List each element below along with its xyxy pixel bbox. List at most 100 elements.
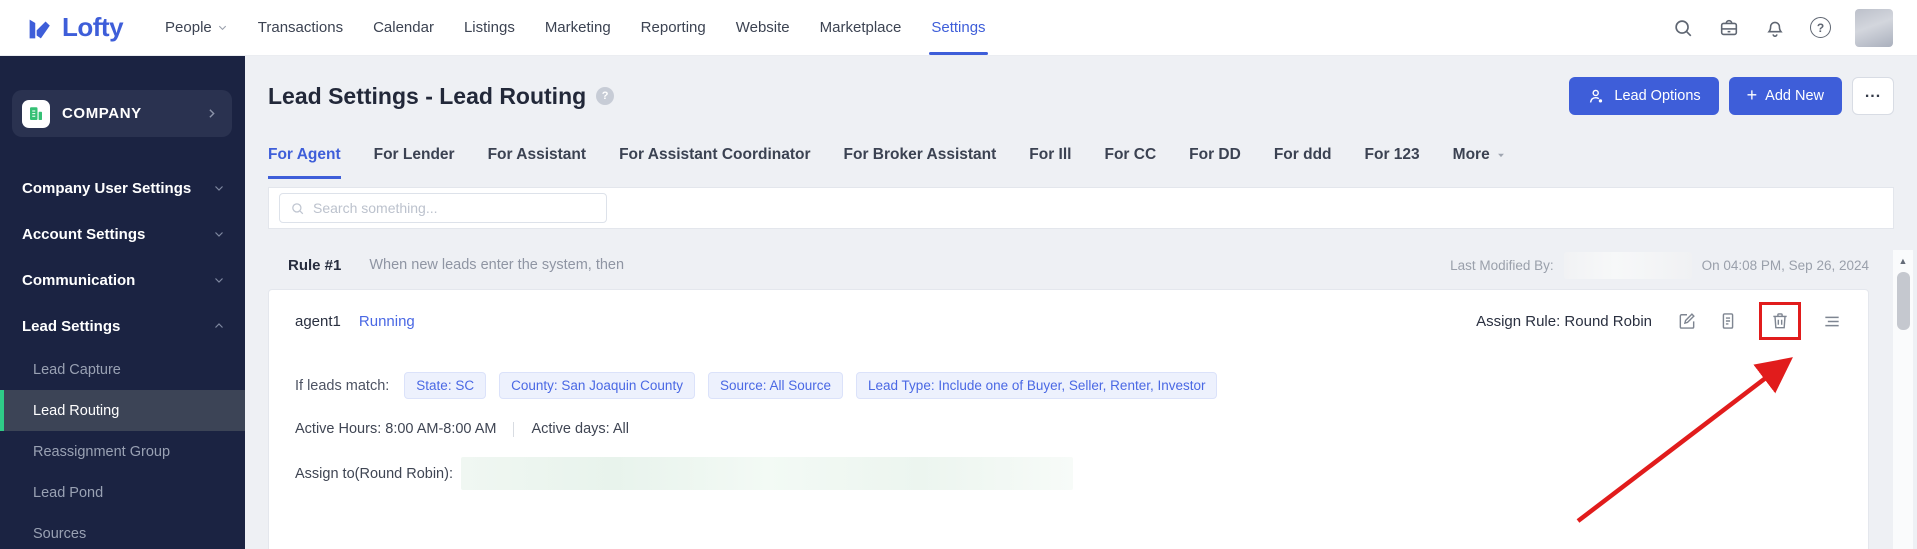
rule-hours-row: Active Hours: 8:00 AM-8:00 AM Active day… xyxy=(295,421,1842,437)
tab-for-lender[interactable]: For Lender xyxy=(374,146,455,179)
tab-label: For Assistant xyxy=(487,146,587,163)
redacted-assignees xyxy=(460,457,1073,490)
assign-to-label: Assign to(Round Robin): xyxy=(295,465,453,482)
tab-for-cc[interactable]: For CC xyxy=(1104,146,1156,179)
nav-label: Listings xyxy=(463,19,515,36)
modified-timestamp: On 04:08 PM, Sep 26, 2024 xyxy=(1701,257,1869,273)
sidebar-item-communication[interactable]: Communication xyxy=(0,257,245,303)
nav-website[interactable]: Website xyxy=(736,0,790,55)
tab-bar: For Agent For Lender For Assistant For A… xyxy=(268,146,1894,179)
nav-label: People xyxy=(165,19,212,36)
bell-icon[interactable] xyxy=(1764,17,1786,39)
tab-for-dd[interactable]: For DD xyxy=(1189,146,1241,179)
page-header: Lead Settings - Lead Routing ? Lead Opti… xyxy=(268,76,1894,116)
active-days: Active days: All xyxy=(531,421,629,437)
tag-lead-type: Lead Type: Include one of Buyer, Seller,… xyxy=(856,372,1218,399)
tab-for-assistant-coordinator[interactable]: For Assistant Coordinator xyxy=(619,146,810,179)
help-icon[interactable]: ? xyxy=(1810,17,1831,38)
tab-label: For CC xyxy=(1104,146,1157,163)
tab-label: For ddd xyxy=(1273,146,1332,163)
reorder-icon[interactable] xyxy=(1822,311,1842,331)
scroll-up-arrow-icon[interactable]: ▲ xyxy=(1893,250,1913,266)
chevron-down-icon xyxy=(213,274,225,286)
person-gear-icon xyxy=(1587,87,1606,106)
scrollbar[interactable]: ▲ xyxy=(1893,250,1913,549)
plus-icon: + xyxy=(1746,84,1758,105)
rule-status-link[interactable]: Running xyxy=(359,313,415,330)
sidebar-item-lead-routing[interactable]: Lead Routing xyxy=(0,390,245,431)
chevron-down-icon xyxy=(213,228,225,240)
lofty-logo[interactable]: Lofty xyxy=(24,12,124,43)
sidebar-subitem-label: Lead Pond xyxy=(33,484,104,501)
nav-label: Calendar xyxy=(373,19,434,36)
avatar[interactable] xyxy=(1855,8,1893,47)
sidebar-item-label: Communication xyxy=(22,271,136,289)
sidebar-item-lead-capture[interactable]: Lead Capture xyxy=(0,349,245,390)
tab-for-123[interactable]: For 123 xyxy=(1365,146,1420,179)
sidebar-subitem-label: Sources xyxy=(33,525,87,542)
rule-number: Rule #1 xyxy=(288,256,342,274)
tab-label: For Broker Assistant xyxy=(843,146,997,163)
rule-name: agent1 xyxy=(295,312,341,330)
nav-marketing[interactable]: Marketing xyxy=(545,0,611,55)
nav-transactions[interactable]: Transactions xyxy=(258,0,343,55)
chevron-right-icon xyxy=(205,107,218,120)
assign-rule-text: Assign Rule: Round Robin xyxy=(1476,312,1652,330)
brand-name: Lofty xyxy=(62,12,124,42)
nav-calendar[interactable]: Calendar xyxy=(373,0,434,55)
search-icon[interactable] xyxy=(1672,17,1694,39)
delete-icon[interactable] xyxy=(1770,311,1790,331)
tab-label: More xyxy=(1452,146,1490,163)
nav-settings[interactable]: Settings xyxy=(929,0,988,55)
nav-reporting[interactable]: Reporting xyxy=(641,0,706,55)
sidebar-item-label: Account Settings xyxy=(22,225,146,243)
chevron-up-icon xyxy=(213,320,225,332)
tab-for-broker-assistant[interactable]: For Broker Assistant xyxy=(844,146,997,179)
add-new-button[interactable]: + Add New xyxy=(1728,77,1842,115)
inbox-icon[interactable] xyxy=(1718,17,1740,39)
lead-options-button[interactable]: Lead Options xyxy=(1569,77,1719,115)
sidebar-item-lead-settings[interactable]: Lead Settings xyxy=(0,303,245,349)
settings-nav: Company User Settings Account Settings C… xyxy=(0,165,245,549)
more-actions-button[interactable]: ... xyxy=(1852,77,1894,115)
sidebar-subitem-label: Lead Routing xyxy=(33,402,120,419)
nav-people[interactable]: People xyxy=(165,0,228,55)
tab-label: For Assistant Coordinator xyxy=(619,146,811,163)
tab-more[interactable]: More xyxy=(1453,146,1506,179)
edit-icon[interactable] xyxy=(1677,311,1697,331)
company-building-icon xyxy=(22,99,50,128)
sidebar-item-sources[interactable]: Sources xyxy=(0,513,245,549)
sidebar-item-lead-pond[interactable]: Lead Pond xyxy=(0,472,245,513)
rule-title-row: agent1 Running Assign Rule: Round Robin xyxy=(295,302,1842,340)
rule-actions: Assign Rule: Round Robin xyxy=(1476,302,1842,340)
caret-down-icon xyxy=(1496,150,1506,160)
tab-for-assistant[interactable]: For Assistant xyxy=(488,146,586,179)
top-navbar: Lofty People Transactions Calendar Listi… xyxy=(0,0,1917,56)
sidebar-item-reassignment-group[interactable]: Reassignment Group xyxy=(0,431,245,472)
tab-for-ddd[interactable]: For ddd xyxy=(1274,146,1332,179)
lofty-logo-icon xyxy=(24,13,54,43)
rule-description: When new leads enter the system, then xyxy=(369,257,625,273)
copy-icon[interactable] xyxy=(1718,311,1738,331)
tab-for-agent[interactable]: For Agent xyxy=(268,146,341,179)
search-input-wrapper[interactable] xyxy=(279,193,607,223)
lead-options-label: Lead Options xyxy=(1614,88,1701,104)
add-new-label: Add New xyxy=(1765,88,1824,104)
sidebar-item-label: Lead Settings xyxy=(22,317,121,335)
help-icon[interactable]: ? xyxy=(596,87,615,105)
company-selector[interactable]: COMPANY xyxy=(12,90,232,137)
nav-label: Settings xyxy=(931,19,986,36)
chevron-down-icon xyxy=(213,182,225,194)
search-input[interactable] xyxy=(313,200,596,216)
nav-marketplace[interactable]: Marketplace xyxy=(820,0,902,55)
nav-listings[interactable]: Listings xyxy=(464,0,515,55)
last-modified: Last Modified By: On 04:08 PM, Sep 26, 2… xyxy=(1450,251,1869,279)
scrollbar-thumb[interactable] xyxy=(1896,272,1910,330)
nav-label: Marketing xyxy=(544,19,611,36)
tab-for-ill[interactable]: For Ill xyxy=(1029,146,1071,179)
company-label: COMPANY xyxy=(62,105,142,122)
sidebar-item-label: Company User Settings xyxy=(22,179,192,197)
rule-meta-row: Rule #1 When new leads enter the system,… xyxy=(288,251,1869,279)
sidebar-item-account-settings[interactable]: Account Settings xyxy=(0,211,245,257)
sidebar-item-company-user-settings[interactable]: Company User Settings xyxy=(0,165,245,211)
